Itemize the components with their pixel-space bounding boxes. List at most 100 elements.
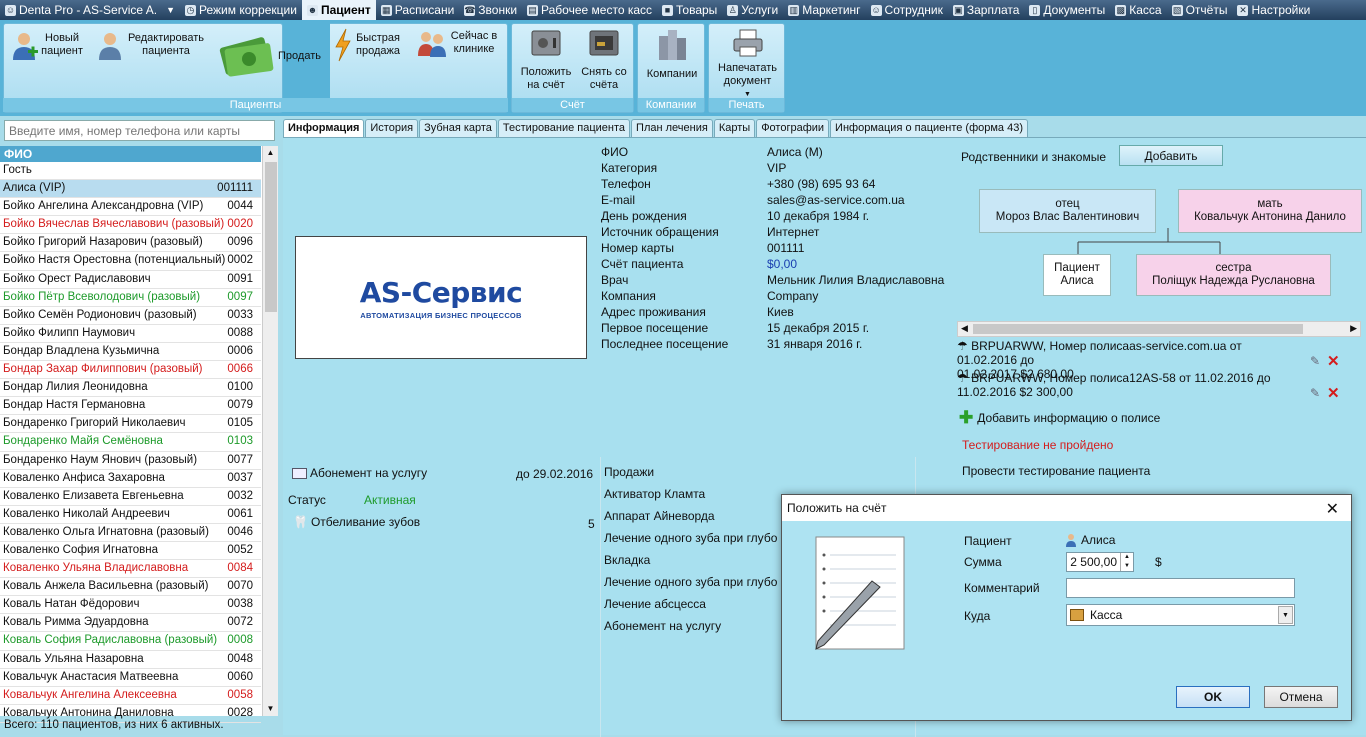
delete-icon[interactable]: ✕ — [1327, 352, 1340, 370]
menu-item-3[interactable]: ☎ Звонки — [459, 0, 522, 20]
patient-row[interactable]: Коваленко Ольга Игнатовна (разовый) 0046 — [0, 524, 261, 542]
ok-button[interactable]: OK — [1176, 686, 1250, 708]
tab-0[interactable]: Информация — [283, 119, 365, 137]
quick-sale-button[interactable]: Быстрая продажа — [334, 28, 414, 62]
patient-row[interactable]: Бойко Вячеслав Вячеславович (разовый) 002… — [0, 216, 261, 235]
sales-item[interactable]: Лечение одного зуба при глубо — [604, 575, 780, 589]
scroll-right-icon[interactable]: ▶ — [1350, 323, 1357, 334]
menu-item-7[interactable]: ▥ Маркетинг — [783, 0, 865, 20]
patient-row[interactable]: Бондар Лилия Леонидовна 0100 — [0, 379, 261, 398]
menu-item-8[interactable]: ☺ Сотрудник — [866, 0, 948, 20]
scroll-down-icon[interactable]: ▼ — [263, 702, 278, 716]
patient-row[interactable]: Бондаренко Наум Янович (разовый) 0077 — [0, 452, 261, 470]
close-icon[interactable]: ✕ — [1326, 499, 1339, 519]
companies-button[interactable]: Компании — [642, 28, 702, 81]
sales-item[interactable]: Абонемент на услугу — [604, 619, 780, 633]
add-relative-button[interactable]: Добавить — [1119, 145, 1223, 166]
patient-search-input[interactable] — [4, 120, 275, 141]
tab-5[interactable]: Карты — [713, 119, 756, 137]
patient-row[interactable]: Коваль Натан Фёдорович 0038 — [0, 596, 261, 615]
subscription-service-row[interactable]: 🦷 Отбеливание зубов — [293, 515, 420, 529]
subscription-row[interactable]: Абонемент на услугу — [292, 466, 427, 480]
sales-item[interactable]: Вкладка — [604, 553, 780, 567]
patient-row[interactable]: Алиса (VIP) 001111 — [0, 180, 261, 199]
amount-spinner[interactable]: ▲ ▼ — [1120, 553, 1133, 571]
withdraw-button[interactable]: Снять со счёта — [576, 28, 632, 92]
menu-item-6[interactable]: ♙ Услуги — [722, 0, 783, 20]
menu-item-11[interactable]: ▩ Касса — [1110, 0, 1166, 20]
menu-item-13[interactable]: ✕ Настройки — [1232, 0, 1315, 20]
amount-input[interactable]: 2 500,00 ▲ ▼ — [1066, 552, 1134, 572]
patient-row[interactable]: Коваль София Радиславовна (разовый) 0008 — [0, 632, 261, 651]
edit-icon[interactable]: ✎ — [1310, 354, 1320, 368]
patient-row[interactable]: Гость — [0, 162, 261, 181]
target-select[interactable]: Касса ▼ — [1066, 604, 1295, 626]
patient-row[interactable]: Бойко Пётр Всеволодович (разовый) 0097 — [0, 289, 261, 307]
scroll-left-icon[interactable]: ◀ — [961, 323, 968, 334]
patient-row[interactable]: Ковальчук Ангелина Алексеевна 0058 — [0, 687, 261, 705]
run-test-link[interactable]: Провести тестирование пациента — [962, 464, 1150, 478]
chevron-down-icon[interactable]: ▼ — [1278, 606, 1293, 624]
patient-list-scrollbar[interactable]: ▲ ▼ — [262, 146, 278, 716]
patient-row[interactable]: Бондар Владлена Кузьмична 0006 — [0, 343, 261, 362]
relative-mother-card[interactable]: мать Ковальчук Антонина Данило — [1178, 189, 1362, 233]
tab-6[interactable]: Фотографии — [756, 119, 830, 137]
patient-row[interactable]: Ковальчук Анастасия Матвеевна 0060 — [0, 669, 261, 687]
menu-item-5[interactable]: ■ Товары — [657, 0, 722, 20]
sales-item[interactable]: Активатор Кламта — [604, 487, 780, 501]
in-clinic-button[interactable]: Сейчас в клинике — [416, 28, 506, 58]
patient-row[interactable]: Коваленко Николай Андреевич 0061 — [0, 506, 261, 524]
sales-item[interactable]: Лечение абсцесса — [604, 597, 780, 611]
patient-row[interactable]: Бондар Захар Филиппович (разовый) 0066 — [0, 361, 261, 380]
patient-list-header[interactable]: ФИО — [0, 146, 261, 162]
scroll-up-icon[interactable]: ▲ — [263, 146, 278, 160]
tab-1[interactable]: История — [365, 119, 419, 137]
delete-icon[interactable]: ✕ — [1327, 384, 1340, 402]
edit-icon[interactable]: ✎ — [1310, 386, 1320, 400]
tab-7[interactable]: Информация о пациенте (форма 43) — [830, 119, 1029, 137]
tab-2[interactable]: Зубная карта — [419, 119, 497, 137]
relative-father-card[interactable]: отец Мороз Влас Валентинович — [979, 189, 1156, 233]
patient-row[interactable]: Коваленко София Игнатовна 0052 — [0, 542, 261, 561]
patient-row[interactable]: Коваленко Анфиса Захаровна 0037 — [0, 470, 261, 488]
comment-input[interactable] — [1066, 578, 1295, 598]
hscroll-thumb[interactable] — [973, 324, 1303, 334]
patient-row[interactable]: Коваль Анжела Васильевна (разовый) 0070 — [0, 578, 261, 597]
patient-row[interactable]: Бойко Семён Родионович (разовый) 0033 — [0, 307, 261, 325]
print-document-button[interactable]: Напечатать документ ▼ — [713, 28, 782, 101]
cancel-button[interactable]: Отмена — [1264, 686, 1338, 708]
new-patient-button[interactable]: Новый пациент — [10, 28, 90, 62]
tab-3[interactable]: Тестирование пациента — [497, 119, 631, 137]
patient-row[interactable]: Бойко Настя Орестовна (потенциальный) 000… — [0, 252, 261, 271]
menu-item-4[interactable]: ▤ Рабочее место касс — [522, 0, 657, 20]
add-policy-link[interactable]: ✚ Добавить информацию о полисе — [959, 409, 1160, 426]
chevron-down-icon[interactable]: ▼ — [166, 5, 175, 15]
relatives-hscrollbar[interactable]: ◀ ▶ — [957, 321, 1361, 337]
patient-row[interactable]: Бойко Орест Радиславович 0091 — [0, 271, 261, 289]
menu-item-0[interactable]: ◷ Режим коррекции — [180, 0, 302, 20]
patient-row[interactable]: Коваль Ульяна Назаровна 0048 — [0, 651, 261, 669]
menu-item-10[interactable]: ▯ Документы — [1024, 0, 1110, 20]
deposit-button[interactable]: Положить на счёт — [518, 28, 574, 92]
patient-row[interactable]: Коваленко Ульяна Владиславовна 0084 — [0, 560, 261, 579]
sales-item[interactable]: Аппарат Айневорда — [604, 509, 780, 523]
patient-row[interactable]: Бондаренко Григорий Николаевич 0105 — [0, 415, 261, 434]
menu-item-2[interactable]: ▦ Расписани — [376, 0, 459, 20]
patient-row[interactable]: Коваленко Елизавета Евгеньевна 0032 — [0, 488, 261, 506]
menu-item-12[interactable]: ▧ Отчёты — [1167, 0, 1233, 20]
patient-row[interactable]: Бондар Настя Германовна 0079 — [0, 397, 261, 416]
policy-item[interactable]: ☂ BRPUARWW, Номер полиса12AS-58 от 11.02… — [957, 371, 1302, 399]
patient-row[interactable]: Бойко Григорий Назарович (разовый) 0096 — [0, 234, 261, 253]
menu-item-1[interactable]: ☻ Пациент — [301, 0, 376, 20]
sales-item[interactable]: Лечение одного зуба при глубо — [604, 531, 780, 545]
edit-patient-button[interactable]: Редактировать пациента — [96, 28, 211, 62]
patient-row[interactable]: Бондаренко Майя Семёновна 0103 — [0, 433, 261, 452]
tab-4[interactable]: План лечения — [631, 119, 713, 137]
patient-row[interactable]: Бойко Ангелина Александровна (VIP) 0044 — [0, 198, 261, 217]
patient-row[interactable]: Бойко Филипп Наумович 0088 — [0, 325, 261, 343]
patient-row[interactable]: Коваль Римма Эдуардовна 0072 — [0, 614, 261, 633]
relative-sister-card[interactable]: сестра Поліщук Надежда Руслановна — [1136, 254, 1331, 296]
patient-card[interactable]: Пациент Алиса — [1043, 254, 1111, 296]
sell-button[interactable]: Продать — [218, 28, 328, 84]
app-menu[interactable]: ☺ Denta Pro - AS-Service A. ▼ — [0, 0, 180, 20]
